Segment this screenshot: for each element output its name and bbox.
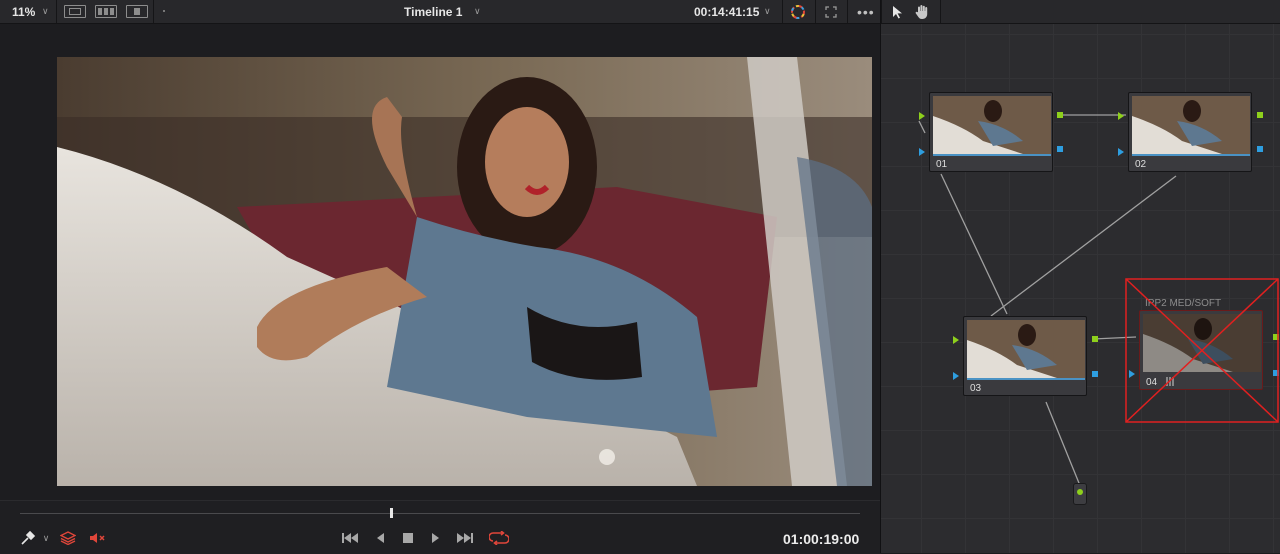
- rgb-output-dot: [1077, 489, 1083, 495]
- divider: [847, 0, 848, 23]
- speaker-mute-icon[interactable]: [88, 528, 108, 548]
- chevron-down-icon[interactable]: ∨: [474, 0, 481, 23]
- alpha-input-port[interactable]: [1118, 148, 1124, 156]
- eyedropper-icon[interactable]: [18, 528, 38, 548]
- alpha-input-port[interactable]: [953, 372, 959, 380]
- timeline-name[interactable]: Timeline 1: [404, 0, 462, 23]
- more-options-icon[interactable]: •••: [857, 0, 875, 23]
- scrubber-track[interactable]: [20, 513, 860, 514]
- chevron-down-icon[interactable]: ∨: [42, 0, 49, 23]
- zoom-level[interactable]: 11%: [12, 0, 35, 23]
- gallery-view-icon[interactable]: [95, 5, 117, 18]
- rgb-input-port[interactable]: [1118, 112, 1124, 120]
- divider: [782, 0, 783, 23]
- divider: [815, 0, 816, 23]
- rgb-output-port[interactable]: [1057, 112, 1063, 118]
- node-label: 01: [936, 159, 948, 170]
- viewer-timecode[interactable]: 01:00:19:00: [783, 531, 859, 547]
- rgb-input-port[interactable]: [919, 112, 925, 120]
- video-frame[interactable]: [57, 57, 872, 486]
- play-reverse-icon[interactable]: [370, 528, 390, 548]
- expand-icon[interactable]: [825, 0, 837, 23]
- node-01[interactable]: 01: [929, 92, 1053, 172]
- divider: [153, 0, 154, 23]
- divider: [881, 0, 882, 23]
- node-03[interactable]: 03: [963, 316, 1087, 396]
- rgb-output-port[interactable]: [1257, 112, 1263, 118]
- node-label: 03: [970, 383, 982, 394]
- node-disabled-overlay: [1125, 278, 1279, 423]
- node-thumbnail: [967, 320, 1085, 378]
- rgb-output-port[interactable]: [1092, 336, 1098, 342]
- alpha-output-port[interactable]: [1057, 146, 1063, 152]
- chevron-down-icon[interactable]: ∨: [764, 0, 771, 23]
- stop-icon[interactable]: [398, 528, 418, 548]
- node-thumbnail: [1132, 96, 1250, 154]
- alpha-output-port[interactable]: [1257, 146, 1263, 152]
- alpha-output-port[interactable]: [1092, 371, 1098, 377]
- transport-bar: ∨ 01:00:19:00: [0, 500, 880, 554]
- pointer-icon[interactable]: [892, 0, 904, 23]
- indicator-dot: [163, 10, 165, 12]
- skip-to-start-icon[interactable]: [340, 528, 360, 548]
- node-02[interactable]: 02: [1128, 92, 1252, 172]
- divider: [940, 0, 941, 23]
- node-label: 02: [1135, 159, 1147, 170]
- loop-icon[interactable]: [489, 528, 509, 548]
- cinema-view-icon[interactable]: [126, 5, 148, 18]
- node-editor[interactable]: 01 02 03 IPP2 MED/SOFT 04: [881, 24, 1280, 553]
- hand-icon[interactable]: [914, 0, 930, 23]
- chevron-down-icon[interactable]: ∨: [36, 528, 56, 548]
- layers-icon[interactable]: [58, 528, 78, 548]
- viewer: [0, 24, 880, 500]
- top-toolbar: 11% ∨ Timeline 1 ∨ 00:14:41:15 ∨ •••: [0, 0, 1280, 24]
- output-node[interactable]: [1073, 483, 1087, 505]
- skip-to-end-icon[interactable]: [455, 528, 475, 548]
- rgb-input-port[interactable]: [953, 336, 959, 344]
- node-thumbnail: [933, 96, 1051, 154]
- single-viewer-icon[interactable]: [64, 5, 86, 18]
- alpha-input-port[interactable]: [919, 148, 925, 156]
- timecode-display[interactable]: 00:14:41:15: [694, 0, 759, 23]
- divider: [56, 0, 57, 23]
- play-icon[interactable]: [426, 528, 446, 548]
- playhead[interactable]: [390, 508, 393, 518]
- color-picker-wheel-icon[interactable]: [789, 0, 807, 23]
